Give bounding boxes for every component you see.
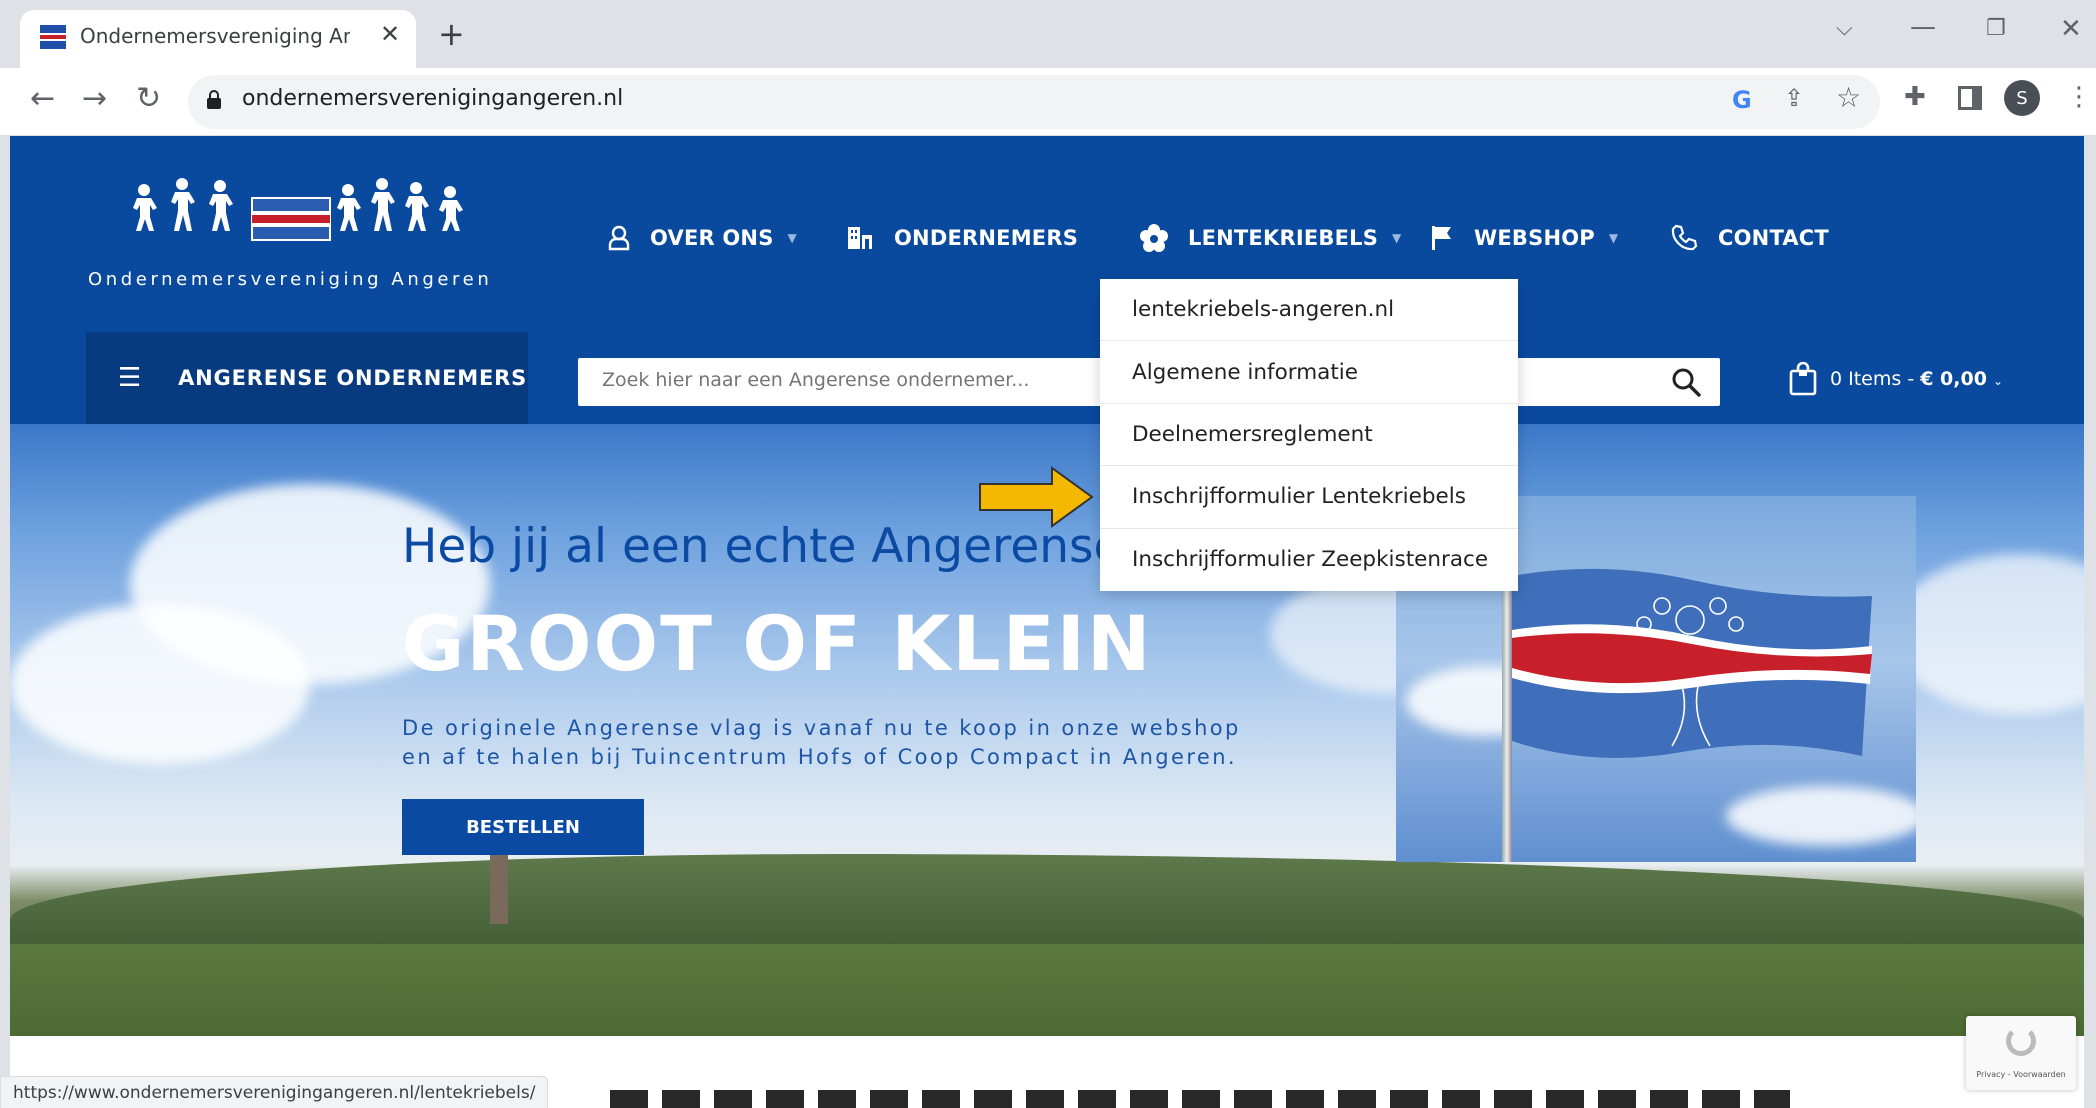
nav-label: LENTEKRIEBELS bbox=[1188, 226, 1379, 250]
lentekriebels-dropdown-menu: lentekriebels-angeren.nl Algemene inform… bbox=[1100, 279, 1518, 591]
restore-icon[interactable]: ❐ bbox=[1986, 18, 2006, 40]
list-menu-icon: ☰ bbox=[118, 363, 143, 393]
tab-title: Ondernemersvereniging Angere bbox=[80, 24, 350, 48]
chevron-down-icon: ▼ bbox=[787, 231, 797, 245]
nav-label: ONDERNEMERS bbox=[894, 226, 1079, 250]
search-icon[interactable] bbox=[1670, 366, 1702, 402]
cloud-decoration bbox=[1726, 786, 1916, 846]
category-menu-button[interactable]: ☰ ANGERENSE ONDERNEMERS bbox=[86, 332, 528, 424]
chevron-down-icon: ▼ bbox=[1608, 231, 1619, 245]
dropdown-item-algemene-informatie[interactable]: Algemene informatie bbox=[1100, 341, 1518, 404]
minimize-icon[interactable]: — bbox=[1910, 14, 1936, 40]
church-tower-decoration bbox=[490, 854, 508, 924]
chevron-down-icon: ⌄ bbox=[1992, 374, 2004, 388]
menu-kebab-icon[interactable]: ⋮ bbox=[2066, 84, 2092, 110]
nav-lentekriebels[interactable]: LENTEKRIEBELS ▼ bbox=[1140, 218, 1401, 258]
nav-webshop[interactable]: WEBSHOP ▼ bbox=[1430, 218, 1618, 258]
chevron-down-icon: ▼ bbox=[1392, 231, 1402, 245]
cloud-decoration bbox=[10, 604, 310, 764]
bookmark-star-icon[interactable]: ☆ bbox=[1836, 84, 1861, 112]
web-page: Ondernemersvereniging Angeren OVER ONS ▼… bbox=[10, 136, 2084, 1108]
flower-icon bbox=[1140, 224, 1168, 252]
hero-description: De originele Angerense vlag is vanaf nu … bbox=[402, 714, 1282, 772]
nav-over-ons[interactable]: OVER ONS ▼ bbox=[608, 218, 797, 258]
profile-avatar[interactable]: S bbox=[2004, 80, 2040, 116]
order-button[interactable]: BESTELLEN bbox=[402, 799, 644, 855]
hero-description-line: en af te halen bij Tuincentrum Hofs of C… bbox=[402, 745, 1238, 769]
nav-label: OVER ONS bbox=[650, 226, 774, 250]
site-logo[interactable] bbox=[120, 178, 480, 254]
shopping-bag-icon bbox=[1789, 362, 1817, 396]
google-translate-icon[interactable]: G bbox=[1732, 86, 1752, 114]
logo-figures-icon bbox=[133, 178, 463, 241]
lock-icon[interactable] bbox=[206, 90, 222, 114]
extensions-icon[interactable]: ✚ bbox=[1904, 84, 1926, 110]
dropdown-item-inschrijfformulier-lentekriebels[interactable]: Inschrijfformulier Lentekriebels bbox=[1100, 466, 1518, 529]
status-bar-url: https://www.ondernemersverenigingangeren… bbox=[0, 1076, 549, 1108]
new-tab-icon[interactable]: + bbox=[438, 18, 465, 50]
share-icon[interactable]: ⇪ bbox=[1784, 86, 1804, 110]
dropdown-item-website[interactable]: lentekriebels-angeren.nl bbox=[1100, 279, 1518, 342]
building-icon bbox=[848, 227, 872, 249]
site-header: Ondernemersvereniging Angeren OVER ONS ▼… bbox=[10, 136, 2084, 424]
nav-label: CONTACT bbox=[1718, 226, 1829, 250]
flag-icon bbox=[1432, 226, 1451, 250]
cart-items: 0 Items - bbox=[1830, 368, 1921, 390]
dropdown-item-inschrijfformulier-zeepkistenrace[interactable]: Inschrijfformulier Zeepkistenrace bbox=[1100, 529, 1518, 591]
phone-icon bbox=[1671, 224, 1698, 251]
annotation-arrow-icon bbox=[978, 466, 1096, 532]
logo-text: Ondernemersvereniging Angeren bbox=[88, 269, 493, 290]
hero-title: GROOT OF KLEIN bbox=[402, 599, 1153, 688]
close-window-icon[interactable]: ✕ bbox=[2060, 16, 2082, 42]
cart-total: € 0,00 bbox=[1920, 368, 1987, 390]
close-tab-icon[interactable]: ✕ bbox=[380, 22, 400, 46]
flagpole-decoration bbox=[1502, 586, 1512, 862]
cloud-decoration bbox=[1890, 554, 2084, 714]
nav-label: WEBSHOP bbox=[1474, 226, 1595, 250]
url-text[interactable]: ondernemersverenigingangeren.nl bbox=[242, 86, 623, 111]
meadow-decoration bbox=[10, 944, 2084, 1036]
cart-widget[interactable]: 0 Items - € 0,00 ⌄ bbox=[1788, 362, 2003, 396]
category-label: ANGERENSE ONDERNEMERS bbox=[178, 366, 528, 390]
favicon-icon bbox=[40, 25, 66, 49]
nav-ondernemers[interactable]: ONDERNEMERS bbox=[846, 218, 1078, 258]
hero-description-line: De originele Angerense vlag is vanaf nu … bbox=[402, 716, 1241, 740]
recaptcha-icon bbox=[2006, 1026, 2036, 1056]
dropdown-item-deelnemersreglement[interactable]: Deelnemersreglement bbox=[1100, 404, 1518, 467]
side-panel-icon[interactable] bbox=[1958, 86, 1982, 110]
reload-icon[interactable]: ↻ bbox=[136, 84, 161, 114]
nav-contact[interactable]: CONTACT bbox=[1670, 218, 1829, 258]
back-icon[interactable]: ← bbox=[30, 84, 55, 114]
forward-icon[interactable]: → bbox=[82, 84, 107, 114]
user-icon bbox=[608, 225, 630, 251]
tab-search-icon[interactable]: ⌵ bbox=[1836, 18, 1853, 40]
section-heading-clipped bbox=[610, 1076, 1790, 1108]
recaptcha-links[interactable]: Privacy - Voorwaarden bbox=[1972, 1070, 2070, 1079]
recaptcha-badge[interactable]: Privacy - Voorwaarden bbox=[1966, 1016, 2076, 1090]
flag-cloth-icon bbox=[1512, 568, 1872, 758]
